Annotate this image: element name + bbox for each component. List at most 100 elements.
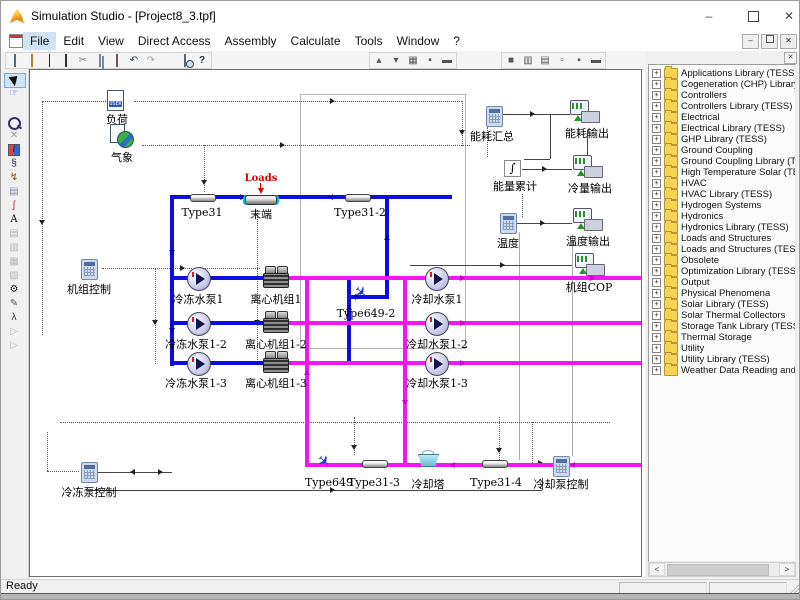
delete-tool-icon[interactable]: ✕: [4, 129, 24, 142]
expand-icon[interactable]: +: [652, 212, 661, 221]
calculator-component-icon[interactable]: [486, 106, 503, 127]
diverter-jet-icon[interactable]: ✈: [354, 284, 367, 302]
project-canvas[interactable]: USER ∫ ✈ ✈ Loads 负荷 气象 Ty: [29, 69, 642, 577]
expand-icon[interactable]: +: [652, 69, 661, 78]
expand-icon[interactable]: +: [652, 278, 661, 287]
tree-item[interactable]: +Controllers Library (TESS): [652, 101, 792, 112]
expand-icon[interactable]: +: [652, 135, 661, 144]
close-button[interactable]: ✕: [777, 1, 800, 31]
expand-icon[interactable]: +: [652, 355, 661, 364]
expand-icon[interactable]: +: [652, 124, 661, 133]
tree-item[interactable]: +Output: [652, 277, 710, 288]
tree-item[interactable]: +Controllers: [652, 90, 727, 101]
link-tool-icon[interactable]: §: [4, 157, 24, 170]
pump-icon[interactable]: [425, 312, 449, 336]
panel-close-icon[interactable]: ✕: [784, 52, 797, 64]
select-tool-button[interactable]: [4, 73, 26, 88]
zoom-tool-icon[interactable]: [4, 116, 24, 129]
pump-icon[interactable]: [187, 267, 211, 291]
cooling-tower-icon[interactable]: [418, 450, 438, 467]
tree-item[interactable]: +High Temperature Solar (TESS): [652, 167, 796, 178]
expand-icon[interactable]: +: [652, 311, 661, 320]
menu-direct-access[interactable]: Direct Access: [131, 32, 218, 50]
run-tool-icon[interactable]: λ: [4, 311, 24, 324]
expand-icon[interactable]: +: [652, 157, 661, 166]
expand-icon[interactable]: +: [652, 190, 661, 199]
tree-item[interactable]: +Obsolete: [652, 255, 719, 266]
wrench-tool-icon[interactable]: ↯: [4, 171, 24, 184]
expand-icon[interactable]: +: [652, 366, 661, 375]
tree-item[interactable]: +Solar Thermal Collectors: [652, 310, 785, 321]
tree-item[interactable]: +Applications Library (TESS): [652, 68, 796, 79]
pump-icon[interactable]: [187, 312, 211, 336]
toolbar-view-icon[interactable]: ▤: [538, 54, 552, 67]
pipe-component-icon[interactable]: [190, 194, 216, 202]
integrator-component-icon[interactable]: ∫: [504, 160, 521, 177]
signal-tool-icon[interactable]: ʃ: [4, 199, 24, 212]
output-component-icon[interactable]: [573, 208, 603, 231]
expand-icon[interactable]: +: [652, 91, 661, 100]
expand-icon[interactable]: +: [652, 344, 661, 353]
print-icon[interactable]: [161, 54, 175, 67]
tree-item[interactable]: +Electrical: [652, 112, 720, 123]
pan-hand-icon[interactable]: ☞: [4, 87, 24, 100]
output-component-icon[interactable]: [573, 155, 603, 178]
scrollbar-thumb[interactable]: [667, 564, 769, 576]
expand-icon[interactable]: +: [652, 322, 661, 331]
save-project-icon[interactable]: [59, 54, 73, 67]
expand-icon[interactable]: +: [652, 300, 661, 309]
info-tool-icon[interactable]: i: [4, 143, 24, 156]
tree-item[interactable]: +HVAC: [652, 178, 707, 189]
scroll-right-icon[interactable]: >: [779, 563, 795, 576]
expand-icon[interactable]: +: [652, 289, 661, 298]
tree-item[interactable]: +Loads and Structures (TESS): [652, 244, 796, 255]
expand-icon[interactable]: +: [652, 146, 661, 155]
chiller-icon[interactable]: [263, 351, 289, 373]
menu-view[interactable]: View: [91, 32, 131, 50]
menu-tools[interactable]: Tools: [348, 32, 390, 50]
expand-icon[interactable]: +: [652, 113, 661, 122]
minimize-button[interactable]: –: [689, 1, 729, 31]
horizontal-scrollbar[interactable]: < >: [648, 562, 796, 577]
help-icon[interactable]: ?: [195, 54, 209, 67]
expand-icon[interactable]: +: [652, 333, 661, 342]
chiller-icon[interactable]: [263, 266, 289, 288]
toolbar-view-icon[interactable]: ▪: [572, 54, 586, 67]
menu-edit[interactable]: Edit: [56, 32, 91, 50]
calculator-component-icon[interactable]: [553, 456, 570, 477]
toolbar-view-icon[interactable]: ▥: [521, 54, 535, 67]
tree-item[interactable]: +Ground Coupling Library (TESS): [652, 156, 796, 167]
pipe-component-icon[interactable]: [345, 194, 371, 202]
menu-help[interactable]: ?: [446, 32, 467, 50]
pump-icon[interactable]: [425, 267, 449, 291]
layers-tool-icon[interactable]: ▤: [4, 185, 24, 198]
new-icon[interactable]: [8, 54, 22, 67]
library-tree[interactable]: +Applications Library (TESS) +Cogenerati…: [648, 64, 796, 562]
tree-item[interactable]: +Utility: [652, 343, 704, 354]
diverter-jet-icon[interactable]: ✈: [317, 453, 330, 471]
pencil-tool-icon[interactable]: ✎: [4, 297, 24, 310]
expand-icon[interactable]: +: [652, 168, 661, 177]
output-component-icon[interactable]: [570, 100, 600, 123]
expand-icon[interactable]: +: [652, 80, 661, 89]
toolbar-view-icon[interactable]: ▫: [555, 54, 569, 67]
expand-icon[interactable]: +: [652, 245, 661, 254]
pipe-component-icon[interactable]: [362, 460, 388, 468]
calculator-component-icon[interactable]: [500, 213, 517, 234]
open-icon[interactable]: [25, 54, 39, 67]
copy-icon[interactable]: [93, 54, 107, 67]
weather-icon[interactable]: [110, 124, 134, 148]
toolbar-extra-icon[interactable]: ▬: [440, 54, 454, 67]
menu-window[interactable]: Window: [390, 32, 447, 50]
settings-gear-icon[interactable]: ⚙: [4, 283, 24, 296]
text-tool-icon[interactable]: A: [4, 213, 24, 226]
tree-item[interactable]: +Weather Data Reading and Process: [652, 365, 796, 376]
expand-icon[interactable]: +: [652, 179, 661, 188]
pipe-component-icon[interactable]: [482, 460, 508, 468]
calculator-component-icon[interactable]: [81, 259, 98, 280]
scroll-left-icon[interactable]: <: [649, 563, 665, 576]
menu-file[interactable]: File: [23, 32, 56, 50]
tree-item[interactable]: +Hydronics Library (TESS): [652, 222, 789, 233]
cut-icon[interactable]: ✂: [76, 54, 90, 67]
toolbar-view-icon[interactable]: ▬: [589, 54, 603, 67]
